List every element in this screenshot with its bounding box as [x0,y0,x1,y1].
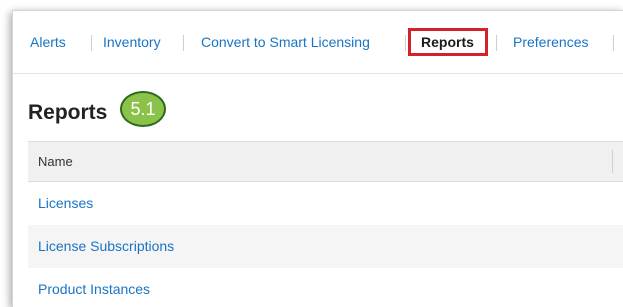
table-header: Name [28,141,623,182]
tab-bar: Alerts Inventory Convert to Smart Licens… [13,11,623,74]
report-link-product-instances[interactable]: Product Instances [38,281,150,297]
tab-convert-to-smart-licensing[interactable]: Convert to Smart Licensing [201,34,370,50]
tab-separator [183,35,184,51]
tab-separator [91,35,92,51]
tab-reports[interactable]: Reports [421,34,474,50]
tab-inventory[interactable]: Inventory [103,34,161,50]
tab-separator [496,35,497,51]
tab-preferences[interactable]: Preferences [513,34,588,50]
tab-separator [405,35,406,51]
tab-separator [613,35,614,51]
reports-table: Name Licenses License Subscriptions Prod… [28,141,623,307]
table-row: Product Instances [28,268,623,307]
column-header-name[interactable]: Name [38,154,73,169]
report-link-license-subscriptions[interactable]: License Subscriptions [38,238,174,254]
tab-alerts[interactable]: Alerts [30,34,66,50]
page-title: Reports [28,101,108,124]
report-link-licenses[interactable]: Licenses [38,195,93,211]
column-divider [612,150,613,173]
table-row: Licenses [28,182,623,225]
table-row: License Subscriptions [28,225,623,268]
reports-panel: Alerts Inventory Convert to Smart Licens… [12,10,623,307]
step-badge: 5.1 [120,91,166,127]
